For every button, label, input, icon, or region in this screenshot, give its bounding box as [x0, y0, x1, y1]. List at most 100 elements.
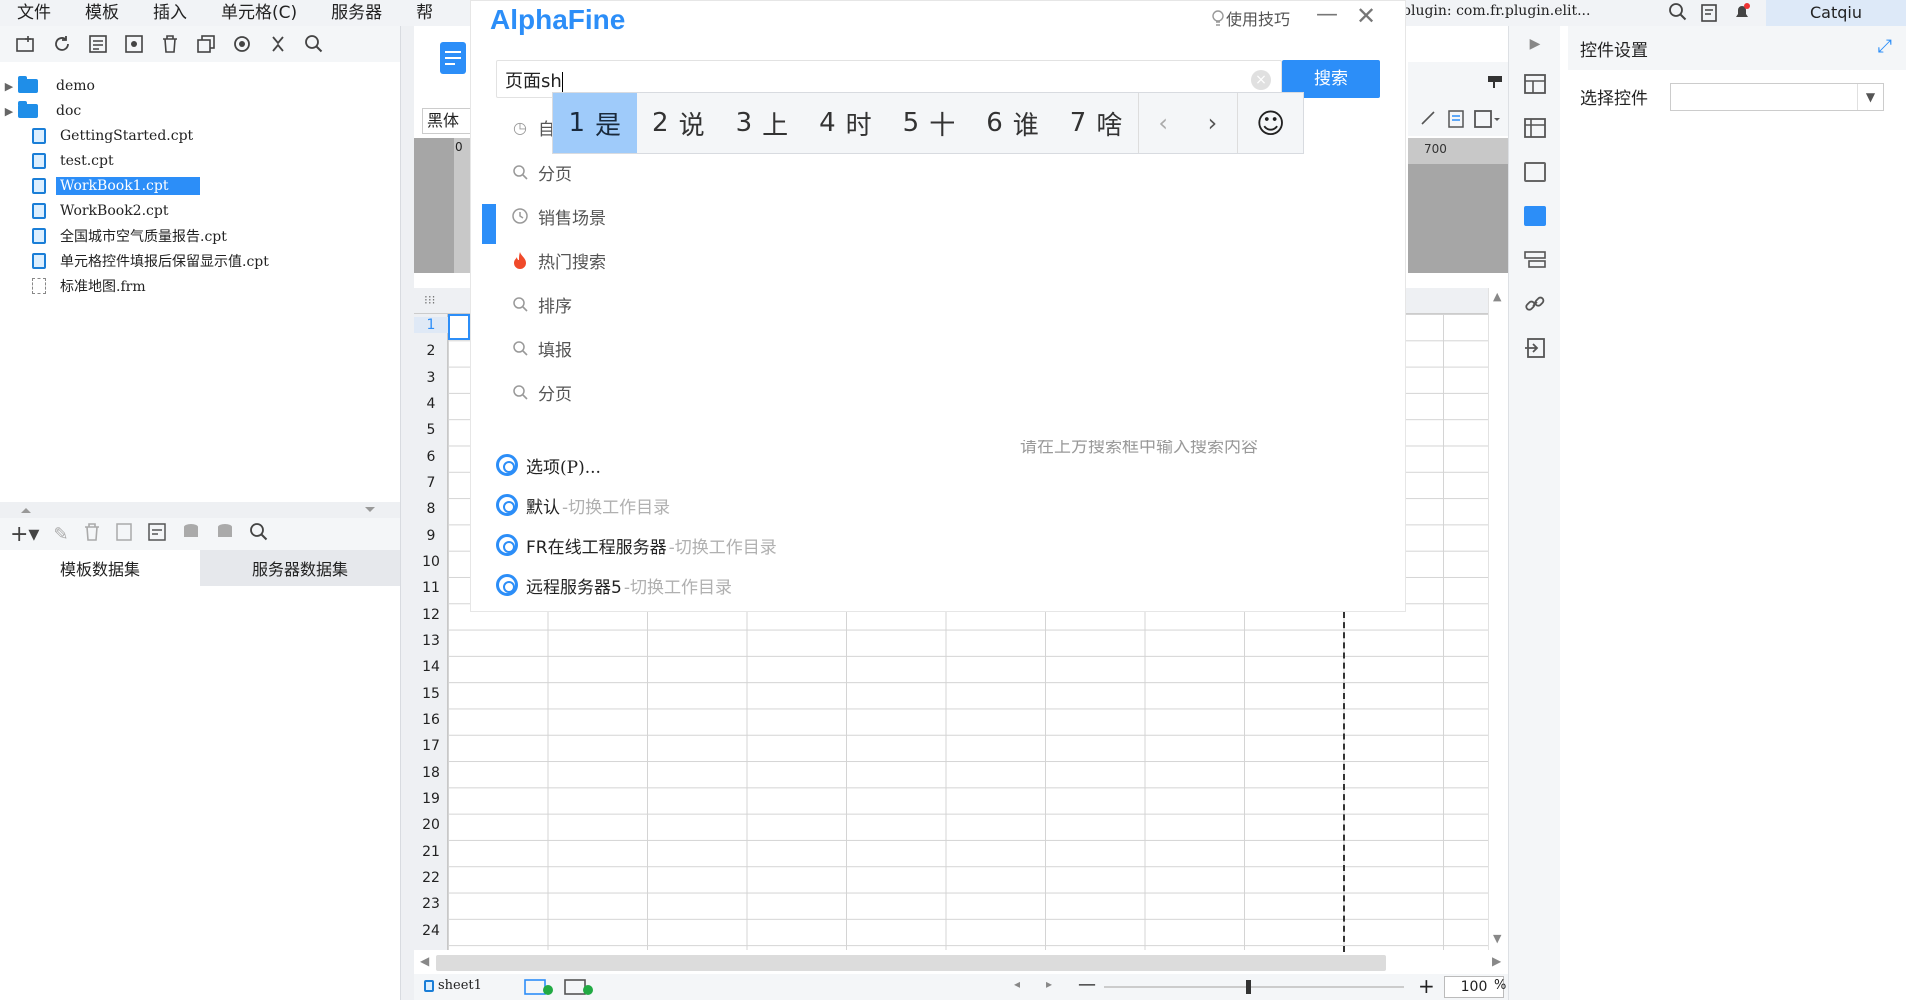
tree-item-demo[interactable]: ▶ demo — [0, 74, 99, 98]
action-remote-server[interactable]: 远程服务器5 -切换工作目录 — [496, 570, 732, 600]
ime-prev-icon[interactable]: ‹ — [1137, 93, 1188, 153]
row-number[interactable]: 21 — [414, 844, 448, 860]
row-number[interactable]: 7 — [414, 475, 448, 491]
sheet-next-icon[interactable]: ▸ — [1046, 977, 1052, 991]
tab-server-dataset[interactable]: 服务器数据集 — [200, 550, 400, 586]
notes-icon[interactable] — [1700, 3, 1720, 27]
report-icon[interactable] — [438, 40, 468, 76]
cell-element-icon[interactable] — [1509, 62, 1561, 106]
scroll-up-icon[interactable]: ▲ — [1493, 290, 1501, 303]
collapse-up-icon[interactable] — [20, 506, 32, 514]
row-number[interactable]: 15 — [414, 686, 448, 702]
locate-icon[interactable] — [224, 28, 260, 60]
menu-help[interactable]: 帮 — [399, 1, 450, 25]
preview-icon[interactable] — [115, 522, 133, 546]
submit-icon[interactable] — [1509, 326, 1561, 370]
history-item[interactable]: ◷ 自 — [510, 112, 555, 142]
collapse-icon[interactable] — [260, 28, 296, 60]
ime-candidate-1[interactable]: 1是 — [553, 93, 637, 153]
hyperlink-icon[interactable] — [1509, 282, 1561, 326]
search-icon[interactable] — [296, 28, 332, 60]
delete-dataset-icon[interactable] — [83, 522, 101, 546]
row-number[interactable]: 17 — [414, 738, 448, 754]
history-item[interactable]: 销售场景 — [510, 201, 606, 231]
format-painter-icon[interactable] — [1486, 74, 1504, 94]
tree-item-workbook2[interactable]: WorkBook2.cpt — [32, 199, 172, 223]
delete-icon[interactable] — [152, 28, 188, 60]
usage-tips-link[interactable]: 使用技巧 — [1210, 6, 1290, 30]
menu-file[interactable]: 文件 — [0, 1, 68, 25]
vertical-scrollbar[interactable]: ▲ ▼ — [1488, 288, 1508, 950]
splitter[interactable] — [400, 26, 414, 1000]
zoom-slider-thumb[interactable] — [1246, 980, 1251, 994]
pin-icon[interactable]: ⤢ — [1878, 36, 1892, 57]
tree-item-gettingstarted[interactable]: GettingStarted.cpt — [32, 124, 197, 148]
add-dataset-icon[interactable]: +▾ — [10, 522, 39, 547]
tree-item-workbook1[interactable]: WorkBook1.cpt — [32, 174, 200, 198]
tree-item-standard-map[interactable]: 标准地图.frm — [32, 274, 150, 298]
menu-server[interactable]: 服务器 — [314, 1, 399, 25]
minimize-button[interactable]: — — [1316, 2, 1338, 27]
row-number[interactable]: 12 — [414, 607, 448, 623]
panel-divider[interactable] — [0, 502, 400, 518]
tree-item-air-quality[interactable]: 全国城市空气质量报告.cpt — [32, 224, 231, 248]
settings-icon[interactable] — [116, 28, 152, 60]
add-sheet-icon[interactable] — [524, 978, 554, 1000]
close-button[interactable]: ✕ — [1356, 2, 1376, 30]
action-options[interactable]: 选项(P)... — [496, 450, 603, 480]
select-all-icon[interactable]: ⁝⁝⁝ — [424, 293, 435, 307]
float-element-icon[interactable] — [1509, 150, 1561, 194]
row-number[interactable]: 20 — [414, 817, 448, 833]
row-number[interactable]: 4 — [414, 396, 448, 412]
emoji-icon[interactable]: ☺ — [1237, 93, 1303, 153]
horizontal-scrollbar[interactable]: ◀ ▶ — [414, 952, 1508, 974]
row-number[interactable]: 11 — [414, 580, 448, 596]
row-number[interactable]: 10 — [414, 554, 448, 570]
row-number[interactable]: 19 — [414, 791, 448, 807]
tree-item-doc[interactable]: ▶ doc — [0, 99, 85, 123]
tree-item-test[interactable]: test.cpt — [32, 149, 118, 173]
zoom-slider[interactable] — [1104, 986, 1404, 988]
ime-candidate-2[interactable]: 2说 — [637, 93, 721, 153]
row-number[interactable]: 14 — [414, 659, 448, 675]
notification-bell-icon[interactable] — [1732, 2, 1752, 26]
menu-template[interactable]: 模板 — [68, 1, 136, 25]
hot-search-item[interactable]: 热门搜索 — [510, 245, 606, 275]
zoom-in-button[interactable]: + — [1418, 974, 1435, 998]
scroll-right-icon[interactable]: ▶ — [1492, 954, 1501, 968]
select-widget-dropdown[interactable]: ▼ — [1670, 83, 1884, 111]
tree-item-cell-widget[interactable]: 单元格控件填报后保留显示值.cpt — [32, 249, 273, 273]
history-item[interactable]: 分页 — [510, 377, 572, 407]
collapse-down-icon[interactable] — [364, 506, 376, 514]
scroll-down-icon[interactable]: ▼ — [1493, 932, 1501, 945]
row-number[interactable]: 24 — [414, 923, 448, 939]
edit-icon[interactable]: ✎ — [53, 524, 68, 545]
ime-candidate-6[interactable]: 6谁 — [971, 93, 1055, 153]
expand-arrow-icon[interactable]: ▶ — [0, 80, 18, 93]
expand-panel-icon[interactable]: ▶ — [1509, 26, 1561, 62]
database-refresh-icon[interactable] — [215, 522, 235, 546]
row-number[interactable]: 6 — [414, 449, 448, 465]
font-select[interactable]: 黑体 — [422, 108, 472, 134]
add-poly-sheet-icon[interactable] — [564, 978, 594, 1000]
brush-icon[interactable] — [1420, 110, 1436, 130]
history-item[interactable]: 分页 — [510, 157, 572, 187]
active-cell[interactable] — [448, 314, 470, 340]
row-number[interactable]: 16 — [414, 712, 448, 728]
menu-cell[interactable]: 单元格(C) — [204, 1, 314, 25]
page-icon[interactable] — [1448, 110, 1464, 132]
cell-attr-icon[interactable] — [1509, 106, 1561, 150]
ime-candidate-7[interactable]: 7啥 — [1054, 93, 1138, 153]
new-folder-icon[interactable] — [8, 28, 44, 60]
global-search-icon[interactable] — [1668, 2, 1688, 26]
scroll-thumb[interactable] — [436, 955, 1386, 971]
action-fr-online-server[interactable]: FR在线工程服务器 -切换工作目录 — [496, 530, 777, 560]
row-number[interactable]: 13 — [414, 633, 448, 649]
template-icon[interactable] — [80, 28, 116, 60]
history-item[interactable]: 排序 — [510, 289, 572, 319]
ime-candidate-5[interactable]: 5十 — [887, 93, 971, 153]
scroll-left-icon[interactable]: ◀ — [420, 954, 429, 968]
user-account[interactable]: Catqiu — [1766, 0, 1906, 26]
sheet-tab[interactable]: sheet1 — [424, 978, 482, 993]
ime-next-icon[interactable]: › — [1188, 93, 1238, 153]
